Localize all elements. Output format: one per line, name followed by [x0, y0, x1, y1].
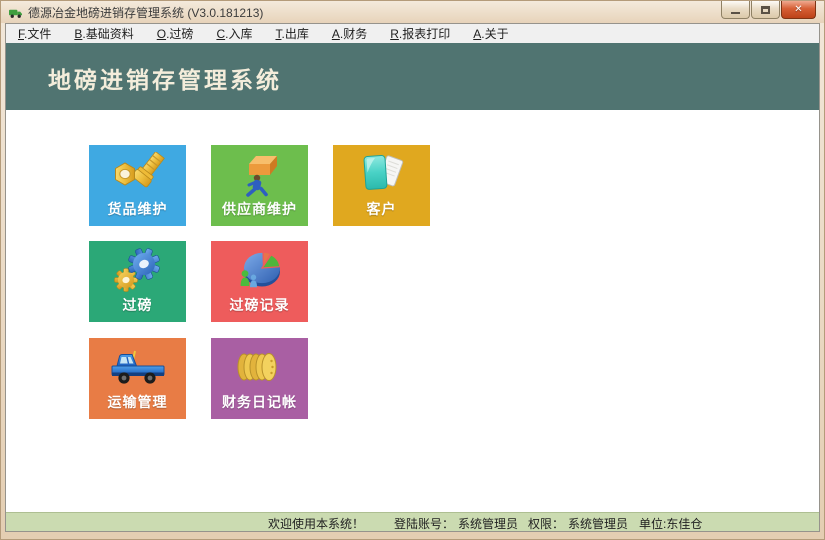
- supplier-carrier-icon: [211, 151, 308, 199]
- app-window: 德源冶金地磅进销存管理系统 (V3.0.181213) ✕ F.文件 B.基础资…: [0, 0, 825, 540]
- tile-customers[interactable]: 客户: [333, 145, 430, 226]
- client-area: F.文件 B.基础资料 O.过磅 C.入库 T.出库 A.财务 R.报表打印 A…: [5, 23, 820, 532]
- main-content: 货品维护 供应商维护 客户 过磅 过磅记录 运输管理 财务日记帐: [6, 110, 819, 512]
- gears-icon: [89, 247, 186, 295]
- tile-label: 财务日记帐: [222, 394, 297, 410]
- tile-label: 过磅记录: [229, 297, 290, 313]
- cards-icon: [333, 151, 430, 199]
- close-button[interactable]: ✕: [781, 1, 816, 19]
- banner: 地磅进销存管理系统: [6, 43, 819, 110]
- menu-bar: F.文件 B.基础资料 O.过磅 C.入库 T.出库 A.财务 R.报表打印 A…: [6, 24, 819, 43]
- minimize-icon: [731, 12, 740, 14]
- tile-label: 过磅: [122, 297, 153, 313]
- close-icon: ✕: [794, 4, 803, 15]
- tile-goods-maintenance[interactable]: 货品维护: [89, 145, 186, 226]
- status-bar: 欢迎使用本系统！ 登陆账号： 系统管理员 权限： 系统管理员 单位:东佳仓: [6, 512, 819, 531]
- maximize-button[interactable]: [751, 1, 780, 19]
- menu-item-basic-data[interactable]: B.基础资料: [67, 24, 140, 43]
- title-bar: 德源冶金地磅进销存管理系统 (V3.0.181213) ✕: [1, 1, 824, 23]
- menu-item-outbound[interactable]: T.出库: [268, 24, 315, 43]
- menu-item-weighing[interactable]: O.过磅: [150, 24, 201, 43]
- status-account: 登陆账号： 系统管理员 权限： 系统管理员: [394, 517, 629, 531]
- truck-icon: [89, 344, 186, 392]
- tile-transport-management[interactable]: 运输管理: [89, 338, 186, 419]
- tile-label: 供应商维护: [222, 201, 297, 217]
- pie-chart-icon: [211, 247, 308, 295]
- menu-item-finance[interactable]: A.财务: [325, 24, 374, 43]
- menu-item-inbound[interactable]: C.入库: [209, 24, 259, 43]
- page-title: 地磅进销存管理系统: [48, 67, 282, 93]
- nut-bolt-icon: [89, 151, 186, 199]
- tile-label: 运输管理: [107, 394, 168, 410]
- menu-item-about[interactable]: A.关于: [466, 24, 515, 43]
- status-welcome: 欢迎使用本系统！: [268, 517, 365, 531]
- tile-weighing-records[interactable]: 过磅记录: [211, 241, 308, 322]
- window-title: 德源冶金地磅进销存管理系统 (V3.0.181213): [28, 5, 264, 20]
- tile-label: 客户: [366, 201, 397, 217]
- tile-finance-journal[interactable]: 财务日记帐: [211, 338, 308, 419]
- app-truck-icon: [9, 9, 22, 18]
- tile-weighing[interactable]: 过磅: [89, 241, 186, 322]
- status-unit: 单位:东佳仓: [639, 517, 703, 531]
- menu-item-report-print[interactable]: R.报表打印: [383, 24, 457, 43]
- tile-supplier-maintenance[interactable]: 供应商维护: [211, 145, 308, 226]
- maximize-icon: [761, 5, 770, 14]
- minimize-button[interactable]: [721, 1, 750, 19]
- tile-label: 货品维护: [107, 201, 168, 217]
- coins-icon: [211, 344, 308, 392]
- menu-item-file[interactable]: F.文件: [11, 24, 58, 43]
